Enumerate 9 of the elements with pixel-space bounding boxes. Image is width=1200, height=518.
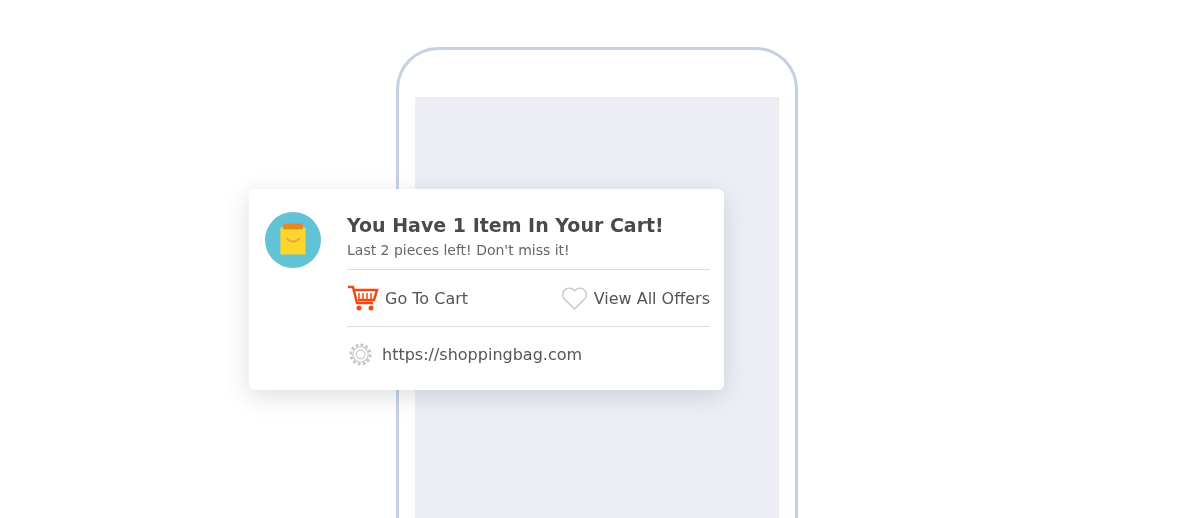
notification-message: Last 2 pieces left! Don't miss it! [347, 242, 710, 270]
shopping-bag-icon [264, 211, 322, 269]
site-url: https://shoppingbag.com [382, 344, 583, 364]
notification-title: You Have 1 Item In Your Cart! [347, 214, 665, 236]
settings-icon [347, 340, 374, 368]
cart-icon [347, 284, 379, 312]
go-to-cart-button[interactable]: Go To Cart [347, 284, 469, 312]
heart-icon [560, 285, 588, 311]
view-offers-button[interactable]: View All Offers [560, 285, 710, 311]
